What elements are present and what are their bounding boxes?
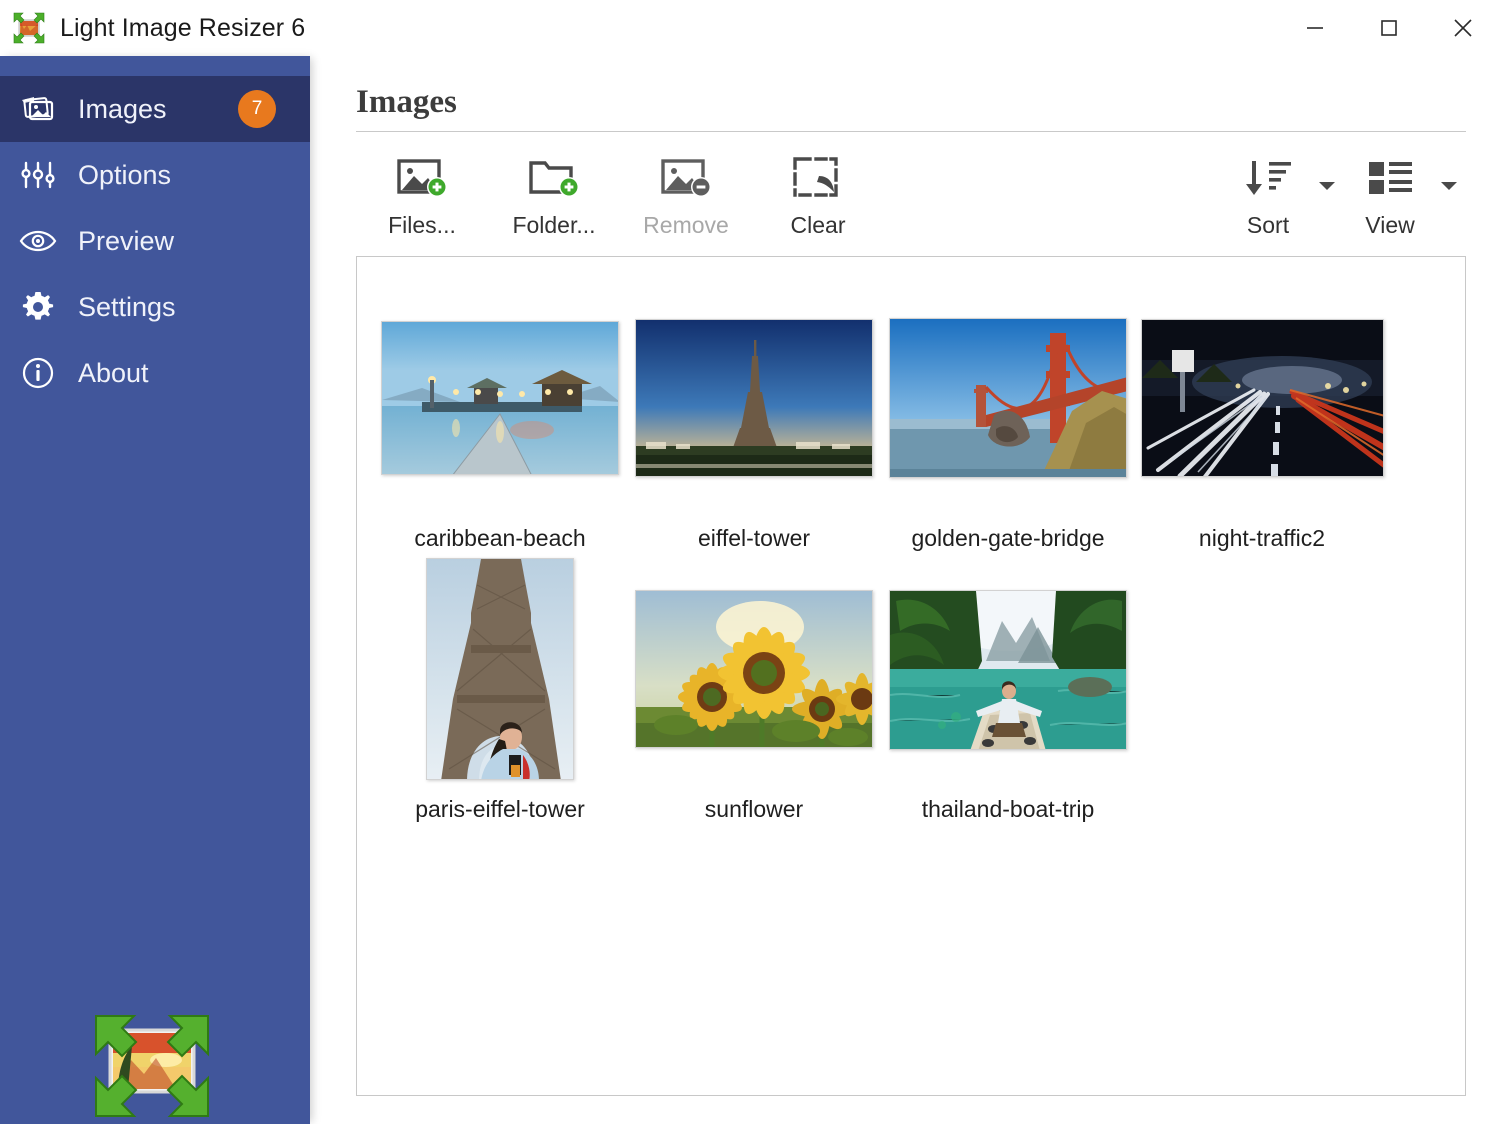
window-controls: [1278, 0, 1500, 56]
thumbnail-caption: golden-gate-bridge: [911, 525, 1105, 551]
gear-icon: [14, 287, 62, 327]
clear-icon: [790, 152, 846, 206]
thumbnail-caption: sunflower: [704, 796, 804, 822]
sidebar-item-label: About: [78, 357, 149, 388]
sidebar-nav: Images 7 Options Preview Settings About: [0, 76, 310, 406]
view-button[interactable]: View: [1344, 146, 1436, 239]
sort-control: Sort: [1222, 146, 1344, 239]
thumbnail-caption: thailand-boat-trip: [921, 796, 1095, 822]
toolbar-right-group: Sort View: [1222, 146, 1466, 239]
chevron-down-icon[interactable]: [1438, 146, 1460, 192]
chevron-down-icon[interactable]: [1316, 146, 1338, 192]
sidebar-item-label: Preview: [78, 225, 175, 256]
sidebar-item-settings[interactable]: Settings: [0, 274, 310, 340]
title-divider: [356, 131, 1466, 132]
list-item[interactable]: sunflower: [627, 558, 881, 823]
resize-arrows-logo: [88, 1008, 216, 1124]
thumbnail-caption: night-traffic2: [1198, 525, 1326, 551]
thumbnail-image: [889, 318, 1127, 478]
thumbnail-box: [889, 558, 1127, 774]
thumbnail-box: [889, 293, 1127, 503]
add-folder-icon: [526, 152, 582, 206]
images-count-badge: 7: [238, 90, 276, 128]
thumbnail-box: [635, 293, 873, 503]
list-item[interactable]: thailand-boat-trip: [881, 558, 1135, 823]
toolbar: Files... Folder... Remove Clear Sort Vie…: [356, 146, 1466, 252]
view-list-icon: [1363, 152, 1417, 206]
thumbnail-box: [426, 558, 574, 780]
thumbnail-image: [426, 558, 574, 780]
sidebar-item-options[interactable]: Options: [0, 142, 310, 208]
images-icon: [14, 89, 62, 129]
view-control: View: [1344, 146, 1466, 239]
thumbnail-box: [635, 558, 873, 774]
remove-image-icon: [658, 152, 714, 206]
thumbnail-image: [635, 319, 873, 477]
add-folder-button[interactable]: Folder...: [488, 146, 620, 239]
add-files-button[interactable]: Files...: [356, 146, 488, 239]
thumbnail-image: [635, 590, 873, 748]
sidebar-item-preview[interactable]: Preview: [0, 208, 310, 274]
toolbar-label: View: [1365, 212, 1415, 238]
sidebar-item-about[interactable]: About: [0, 340, 310, 406]
thumbnail-image: [381, 321, 619, 475]
thumbnail-caption: caribbean-beach: [414, 525, 586, 551]
list-item[interactable]: golden-gate-bridge: [881, 293, 1135, 552]
toolbar-left-group: Files... Folder... Remove Clear: [356, 146, 884, 239]
thumbnail-image: [1140, 319, 1384, 477]
thumbnail-grid: caribbean-beach eiffel-tower golden-gate…: [357, 257, 1465, 829]
sidebar: Images 7 Options Preview Settings About: [0, 56, 310, 1124]
sliders-icon: [14, 155, 62, 195]
minimize-button[interactable]: [1278, 0, 1352, 56]
thumbnail-caption: paris-eiffel-tower: [415, 796, 585, 822]
window-title: Light Image Resizer 6: [60, 13, 306, 42]
app-icon: [12, 11, 46, 45]
sort-button[interactable]: Sort: [1222, 146, 1314, 239]
toolbar-label: Sort: [1246, 212, 1290, 238]
toolbar-label: Folder...: [512, 212, 596, 238]
app-window: Light Image Resizer 6 Images 7 Options P…: [0, 0, 1500, 1124]
remove-button[interactable]: Remove: [620, 146, 752, 239]
maximize-button[interactable]: [1352, 0, 1426, 56]
sidebar-item-images[interactable]: Images 7: [0, 76, 310, 142]
image-list-panel[interactable]: caribbean-beach eiffel-tower golden-gate…: [356, 256, 1466, 1096]
add-image-icon: [394, 152, 450, 206]
sidebar-item-label: Settings: [78, 291, 176, 322]
thumbnail-caption: eiffel-tower: [697, 525, 811, 551]
clear-button[interactable]: Clear: [752, 146, 884, 239]
thumbnail-image: [889, 590, 1127, 750]
main-content: Images Files... Folder... Remove Clear S…: [310, 56, 1500, 1124]
toolbar-label: Remove: [643, 212, 729, 238]
list-item[interactable]: eiffel-tower: [627, 293, 881, 552]
title-bar: Light Image Resizer 6: [0, 0, 1500, 56]
list-item[interactable]: paris-eiffel-tower: [373, 558, 627, 823]
eye-icon: [14, 221, 62, 261]
list-item[interactable]: caribbean-beach: [373, 293, 627, 552]
close-button[interactable]: [1426, 0, 1500, 56]
sort-descending-icon: [1241, 152, 1295, 206]
toolbar-label: Clear: [790, 212, 846, 238]
toolbar-label: Files...: [388, 212, 456, 238]
page-title: Images: [356, 84, 457, 120]
list-item[interactable]: night-traffic2: [1135, 293, 1389, 552]
info-icon: [14, 353, 62, 393]
thumbnail-box: [1140, 293, 1384, 503]
sidebar-item-label: Images: [78, 93, 167, 124]
sidebar-item-label: Options: [78, 159, 172, 190]
thumbnail-box: [381, 293, 619, 503]
